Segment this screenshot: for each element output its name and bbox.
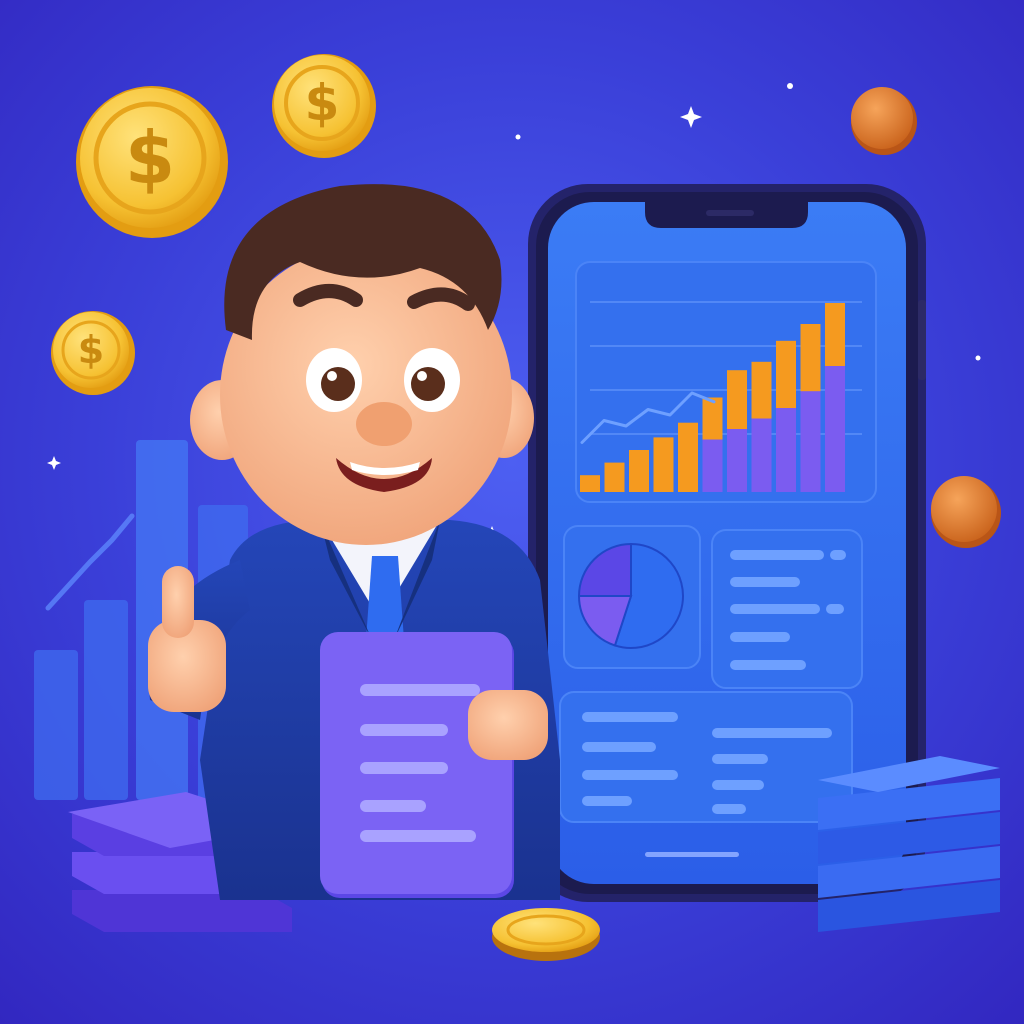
phone-chart-bar	[604, 462, 625, 492]
scene-artwork	[34, 54, 1001, 961]
phone-chart-bar-overlay	[751, 418, 772, 492]
coin-icon	[851, 87, 917, 155]
phone-chart-bar-overlay	[776, 408, 796, 492]
phone-pie-card	[563, 525, 701, 669]
phone-chart-bar	[580, 475, 600, 492]
coin-icon	[931, 476, 1001, 548]
phone-list-card	[711, 529, 863, 689]
phone-chart-bar	[678, 422, 698, 492]
phone-chart-bar-overlay	[800, 391, 821, 492]
phone-chart-bar	[653, 437, 674, 492]
phone-chart-card	[575, 261, 877, 503]
document-icon	[320, 632, 514, 898]
illustration-scene: $ $ $	[0, 0, 1024, 1024]
stacked-blocks-right	[818, 756, 1000, 932]
phone-table-card	[559, 691, 853, 823]
dollar-coin-icon	[272, 54, 376, 158]
right-hand	[468, 690, 548, 760]
dollar-coin-icon	[76, 86, 228, 238]
pie-chart-icon	[577, 542, 684, 649]
coin-icon	[492, 908, 600, 961]
phone-chart-bar-overlay	[702, 439, 723, 492]
phone-chart-bar-overlay	[825, 366, 845, 492]
dollar-coin-icon	[51, 311, 135, 395]
home-indicator	[645, 852, 739, 857]
nose	[356, 402, 412, 446]
phone-chart-bar	[629, 450, 649, 492]
phone-chart-bar-overlay	[727, 429, 747, 492]
